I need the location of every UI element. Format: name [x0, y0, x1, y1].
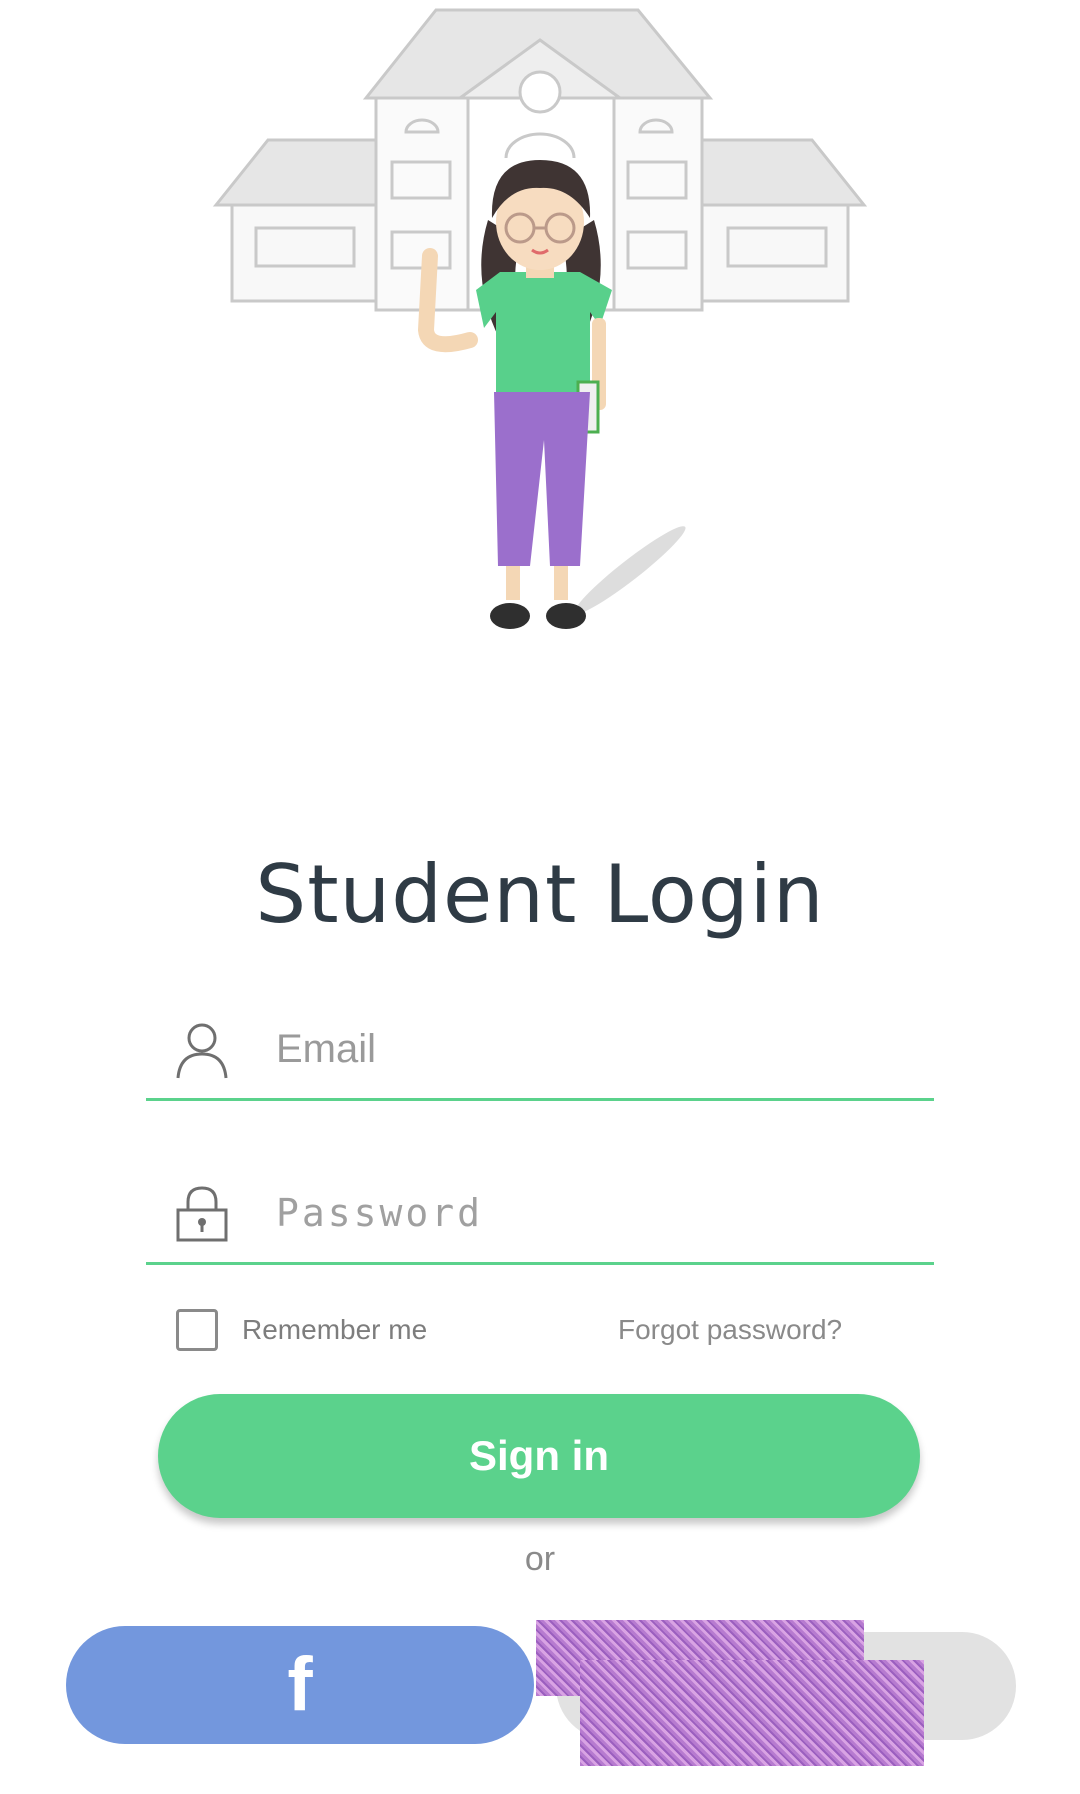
password-input[interactable] [274, 1172, 918, 1254]
remember-me-label: Remember me [242, 1314, 428, 1345]
user-icon [176, 1023, 228, 1079]
or-divider-text: or [524, 1540, 556, 1578]
forgot-password-link[interactable]: Forgot password? [618, 1314, 842, 1346]
email-input[interactable] [274, 1008, 918, 1090]
facebook-login-button[interactable]: f [66, 1626, 534, 1744]
redaction-block [580, 1660, 924, 1766]
remember-me-checkbox[interactable] [176, 1309, 218, 1351]
sign-in-button[interactable]: Sign in [158, 1394, 920, 1518]
facebook-icon: f [287, 1642, 313, 1727]
email-field-container [146, 998, 934, 1101]
password-field-container [146, 1162, 934, 1265]
school-girl-illustration [212, 8, 868, 629]
lock-icon [176, 1186, 228, 1242]
page-title: Student Login [255, 848, 825, 941]
